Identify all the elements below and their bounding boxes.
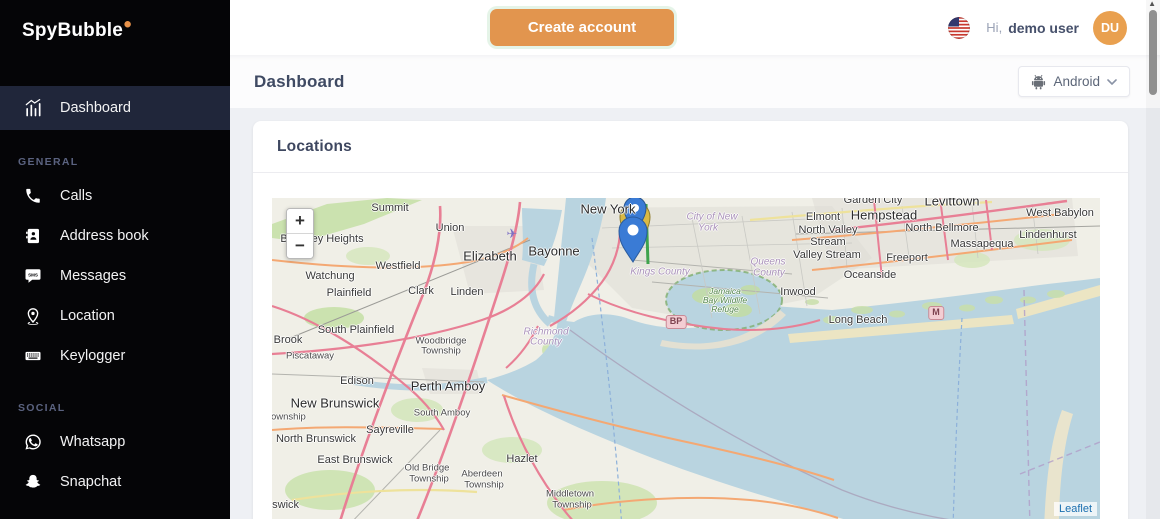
scrollbar-up-arrow[interactable]: ▲ (1148, 0, 1156, 8)
dashboard-icon (22, 98, 44, 118)
sidebar-item-label: Keylogger (60, 348, 125, 364)
android-icon (1031, 74, 1046, 90)
sidebar-item-label: Location (60, 308, 115, 324)
zoom-out-button[interactable]: − (287, 234, 313, 258)
sidebar-item-label: Whatsapp (60, 434, 125, 450)
sidebar-item-snapchat[interactable]: Snapchat (0, 462, 230, 502)
scrollbar-thumb[interactable] (1149, 10, 1157, 95)
card-title: Locations (253, 121, 1128, 173)
logo-dot-icon: ● (123, 16, 132, 33)
username: demo user (1008, 20, 1079, 36)
zoom-in-button[interactable]: + (287, 209, 313, 234)
road-shield-badge: M (928, 306, 944, 320)
svg-text:SMS: SMS (28, 272, 38, 277)
locations-map[interactable]: New YorkSummitUnionBerkeley HeightsEliza… (272, 198, 1100, 519)
sidebar-section-title: GENERAL (18, 156, 230, 168)
sidebar-item-label: Calls (60, 188, 92, 204)
phone-icon (22, 187, 44, 205)
platform-selector[interactable]: Android (1018, 66, 1130, 97)
map-zoom-control: + − (286, 208, 314, 259)
page-title: Dashboard (254, 72, 345, 92)
top-right-cluster: Hi, demo user DU (948, 0, 1127, 55)
leaflet-attribution-link[interactable]: Leaflet (1054, 502, 1097, 516)
map-canvas (272, 198, 1100, 519)
sidebar-item-label: Messages (60, 268, 126, 284)
whatsapp-icon (22, 433, 44, 451)
location-pin-icon (22, 307, 44, 325)
app-logo: SpyBubble● (0, 0, 230, 42)
us-flag-icon[interactable] (948, 17, 970, 39)
map-marker-dot (631, 204, 639, 212)
platform-label: Android (1053, 74, 1100, 89)
sidebar-item-address-book[interactable]: Address book (0, 216, 230, 256)
page-head: Dashboard Android (230, 55, 1160, 108)
airport-icon: ✈ (507, 226, 518, 242)
sidebar-item-label: Address book (60, 228, 149, 244)
scrollbar-track[interactable]: ▲ (1146, 0, 1160, 519)
sidebar-item-keylogger[interactable]: Keylogger (0, 336, 230, 376)
create-account-button[interactable]: Create account (490, 9, 674, 46)
top-bar: Create account Hi, demo user (230, 0, 1160, 55)
sidebar-item-label: Snapchat (60, 474, 121, 490)
locations-card: Locations (253, 121, 1128, 519)
keyboard-icon (22, 347, 44, 365)
snapchat-icon (22, 473, 44, 491)
sidebar: SpyBubble● Dashboard GENERAL Calls Address… (0, 0, 230, 519)
sidebar-item-location[interactable]: Location (0, 296, 230, 336)
road-shield-badge: BP (666, 315, 687, 329)
messages-icon: SMS (22, 267, 44, 285)
sidebar-section-title: SOCIAL (18, 402, 230, 414)
sidebar-item-label: Dashboard (60, 100, 131, 116)
sidebar-item-dashboard[interactable]: Dashboard (0, 86, 230, 130)
sidebar-item-messages[interactable]: SMS Messages (0, 256, 230, 296)
sidebar-item-whatsapp[interactable]: Whatsapp (0, 422, 230, 462)
map-marker-dot (628, 225, 639, 236)
address-book-icon (22, 227, 44, 245)
sidebar-item-calls[interactable]: Calls (0, 176, 230, 216)
avatar[interactable]: DU (1093, 11, 1127, 45)
greeting-prefix: Hi, (986, 20, 1002, 35)
main-content: Locations (230, 108, 1160, 519)
chevron-down-icon (1107, 79, 1117, 85)
